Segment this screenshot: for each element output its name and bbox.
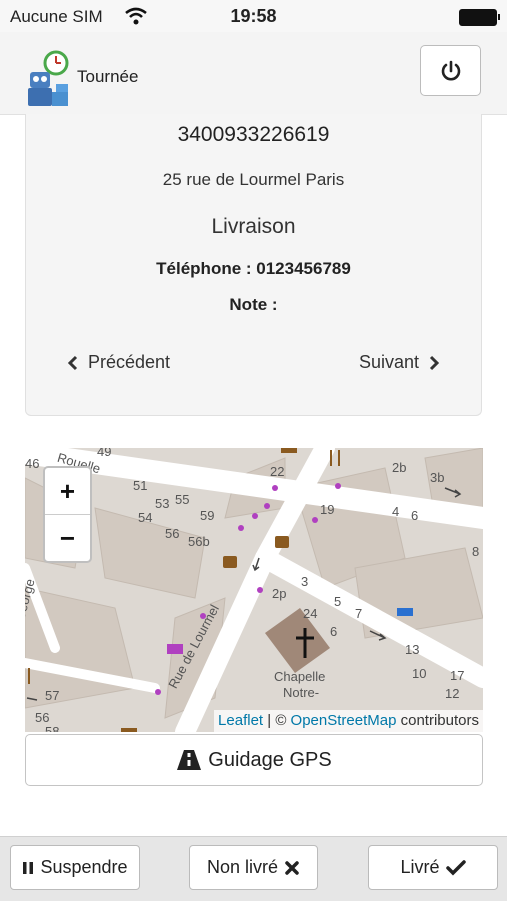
svg-text:17: 17 bbox=[450, 668, 464, 683]
svg-text:10: 10 bbox=[412, 666, 426, 681]
power-button[interactable] bbox=[420, 45, 481, 96]
clock: 19:58 bbox=[230, 6, 277, 26]
delivered-button[interactable]: Livré bbox=[368, 845, 498, 890]
next-label: Suivant bbox=[358, 352, 419, 372]
svg-text:13: 13 bbox=[405, 642, 419, 657]
map-view[interactable]: Chapelle Notre- Rue de Lourmel Rouelle G… bbox=[25, 448, 483, 732]
svg-text:24: 24 bbox=[303, 606, 317, 621]
delivery-phone: Téléphone : 0123456789 bbox=[156, 259, 351, 278]
delivery-address: 25 rue de Lourmel Paris bbox=[162, 170, 345, 189]
chevron-right-icon bbox=[429, 355, 440, 370]
zoom-out-button[interactable]: − bbox=[45, 515, 90, 561]
delivery-type: Livraison bbox=[211, 215, 296, 238]
svg-text:56: 56 bbox=[165, 526, 179, 541]
chevron-left-icon bbox=[67, 355, 78, 370]
svg-text:22: 22 bbox=[270, 464, 284, 479]
svg-text:3: 3 bbox=[301, 574, 308, 589]
previous-label: Précédent bbox=[88, 352, 171, 372]
svg-text:8: 8 bbox=[472, 544, 479, 559]
road-icon bbox=[177, 750, 202, 770]
svg-text:Chapelle: Chapelle bbox=[274, 669, 325, 684]
svg-text:19: 19 bbox=[320, 502, 334, 517]
zoom-in-button[interactable]: + bbox=[45, 468, 90, 515]
attribution-suffix: contributors bbox=[396, 712, 479, 729]
svg-text:58: 58 bbox=[45, 724, 59, 732]
svg-text:4: 4 bbox=[392, 504, 399, 519]
power-icon bbox=[441, 60, 460, 80]
svg-text:53: 53 bbox=[155, 496, 169, 511]
pause-icon bbox=[23, 861, 34, 874]
previous-link[interactable]: Précédent bbox=[66, 352, 170, 373]
app-title: Tournée bbox=[77, 67, 139, 86]
map-attribution: Leaflet | © OpenStreetMap contributors bbox=[214, 710, 483, 732]
gps-guidance-label: Guidage GPS bbox=[208, 748, 332, 771]
status-bar: Aucune SIM 19:58 bbox=[0, 0, 507, 32]
svg-text:51: 51 bbox=[133, 478, 147, 493]
map-tiles: Chapelle Notre- Rue de Lourmel Rouelle G… bbox=[25, 448, 483, 732]
delivery-note: Note : bbox=[229, 295, 278, 314]
osm-link[interactable]: OpenStreetMap bbox=[291, 712, 397, 729]
svg-text:3b: 3b bbox=[430, 470, 444, 485]
leaflet-link[interactable]: Leaflet bbox=[218, 712, 263, 729]
svg-text:2b: 2b bbox=[392, 460, 406, 475]
svg-text:55: 55 bbox=[175, 492, 189, 507]
svg-text:Notre-: Notre- bbox=[283, 685, 319, 700]
attribution-separator: | © bbox=[263, 712, 291, 729]
not-delivered-button[interactable]: Non livré bbox=[189, 845, 318, 890]
cross-icon bbox=[285, 860, 299, 875]
checkmark-icon bbox=[445, 859, 466, 875]
suspend-label: Suspendre bbox=[40, 857, 128, 877]
map-zoom-control: + − bbox=[43, 466, 92, 563]
battery-icon bbox=[459, 9, 500, 26]
svg-text:12: 12 bbox=[445, 686, 459, 701]
not-delivered-label: Non livré bbox=[206, 857, 279, 877]
suspend-button[interactable]: Suspendre bbox=[10, 845, 140, 890]
svg-text:2p: 2p bbox=[272, 586, 286, 601]
svg-text:56: 56 bbox=[35, 710, 49, 725]
svg-text:6: 6 bbox=[411, 508, 418, 523]
delivered-label: Livré bbox=[400, 857, 440, 877]
next-link[interactable]: Suivant bbox=[359, 352, 441, 373]
app-logo-icon bbox=[28, 50, 69, 106]
svg-text:7: 7 bbox=[355, 606, 362, 621]
svg-text:59: 59 bbox=[200, 508, 214, 523]
svg-text:56b: 56b bbox=[188, 534, 210, 549]
delivery-barcode: 3400933226619 bbox=[177, 123, 330, 146]
gps-guidance-button[interactable]: Guidage GPS bbox=[25, 734, 483, 786]
svg-text:54: 54 bbox=[138, 510, 152, 525]
svg-text:49: 49 bbox=[97, 448, 111, 459]
svg-text:46: 46 bbox=[25, 456, 39, 471]
svg-text:6: 6 bbox=[330, 624, 337, 639]
svg-text:57: 57 bbox=[45, 688, 59, 703]
svg-text:5: 5 bbox=[334, 594, 341, 609]
